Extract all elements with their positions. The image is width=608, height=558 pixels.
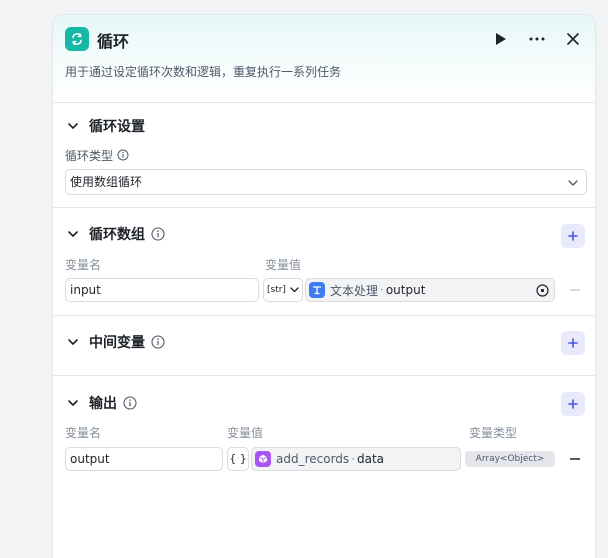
info-icon[interactable]: [151, 227, 165, 241]
loop-type-label-row: 循环类型: [65, 147, 131, 164]
text-processing-icon: [309, 282, 325, 298]
target-icon[interactable]: [536, 284, 549, 300]
value-mode-toggle[interactable]: { }: [227, 447, 249, 471]
ref-separator: ·: [351, 452, 355, 466]
panel-title: 循环: [97, 32, 130, 51]
play-icon: [496, 33, 506, 45]
chevron-down-icon: [65, 395, 81, 411]
run-button[interactable]: [491, 29, 511, 49]
close-icon: [567, 33, 579, 45]
more-button[interactable]: [527, 29, 547, 49]
loop-node-panel: 循环 用于通过设定循环次数和逻辑，重复执行一系列任务 循环设置 循环类型 使用数…: [52, 14, 596, 558]
add-array-variable-button[interactable]: [561, 224, 585, 248]
loop-icon: [65, 27, 89, 51]
col-value-header: 变量值: [265, 258, 302, 272]
loop-array-header[interactable]: 循环数组: [65, 224, 165, 244]
loop-settings-header[interactable]: 循环设置: [65, 116, 145, 136]
plus-icon: [568, 338, 578, 348]
loop-type-select[interactable]: 使用数组循环: [65, 169, 587, 195]
loop-settings-title: 循环设置: [89, 119, 145, 135]
info-icon[interactable]: [117, 149, 131, 163]
add-intermediate-variable-button[interactable]: [561, 331, 585, 355]
more-icon: [529, 37, 545, 41]
output-section: 输出 变量名 变量值 变量类型 output { } add_records ·…: [53, 376, 595, 496]
ref-source-node: add_records: [276, 452, 350, 466]
intermediate-variables-header[interactable]: 中间变量: [65, 332, 165, 352]
chevron-down-icon: [290, 287, 299, 293]
chevron-down-icon: [568, 170, 578, 194]
panel-header: 循环 用于通过设定循环次数和逻辑，重复执行一系列任务: [53, 15, 595, 103]
plus-icon: [568, 399, 578, 409]
ref-source-node: 文本处理: [330, 283, 379, 298]
chevron-down-icon: [65, 226, 81, 242]
remove-array-variable-button[interactable]: [569, 284, 581, 296]
ref-variable: output: [385, 283, 426, 297]
chevron-down-icon: [65, 118, 81, 134]
chevron-down-icon: [65, 334, 81, 350]
remove-output-variable-button[interactable]: [569, 453, 581, 465]
variable-type-badge: Array<Object>: [465, 451, 555, 467]
loop-array-section: 循环数组 变量名 变量值 input [str] 文本处理 · output: [53, 208, 595, 316]
close-button[interactable]: [563, 29, 583, 49]
add-output-variable-button[interactable]: [561, 392, 585, 416]
col-name-header: 变量名: [65, 426, 102, 440]
braces-icon: { }: [229, 452, 247, 465]
plus-icon: [568, 231, 578, 241]
loop-type-label: 循环类型: [65, 149, 114, 163]
intermediate-variables-section: 中间变量: [53, 316, 595, 376]
ref-separator: ·: [380, 283, 384, 297]
loop-settings-section: 循环设置 循环类型 使用数组循环: [53, 103, 595, 208]
output-title: 输出: [89, 396, 117, 412]
col-value-header: 变量值: [227, 426, 264, 440]
output-variable-name: output: [70, 452, 110, 466]
minus-icon: [570, 289, 580, 291]
output-variable-name-input[interactable]: output: [65, 447, 223, 471]
loop-type-value: 使用数组循环: [70, 175, 143, 189]
col-type-header: 变量类型: [469, 426, 518, 440]
array-variable-name: input: [70, 283, 101, 297]
array-variable-reference[interactable]: 文本处理 · output: [305, 278, 555, 302]
value-type-select[interactable]: [str]: [263, 278, 303, 302]
plugin-cube-icon: [255, 451, 271, 467]
col-name-header: 变量名: [65, 258, 102, 272]
intermediate-variables-title: 中间变量: [89, 335, 145, 351]
str-type-tag: [str]: [267, 285, 286, 295]
info-icon[interactable]: [151, 335, 165, 349]
variable-type-value: Array<Object>: [475, 454, 545, 464]
info-icon[interactable]: [123, 396, 137, 410]
output-variable-reference[interactable]: add_records · data: [251, 447, 461, 471]
ref-variable: data: [357, 452, 385, 466]
array-variable-name-input[interactable]: input: [65, 278, 259, 302]
minus-icon: [570, 458, 580, 460]
panel-description: 用于通过设定循环次数和逻辑，重复执行一系列任务: [65, 65, 342, 79]
output-header[interactable]: 输出: [65, 393, 137, 413]
loop-array-title: 循环数组: [89, 227, 145, 243]
